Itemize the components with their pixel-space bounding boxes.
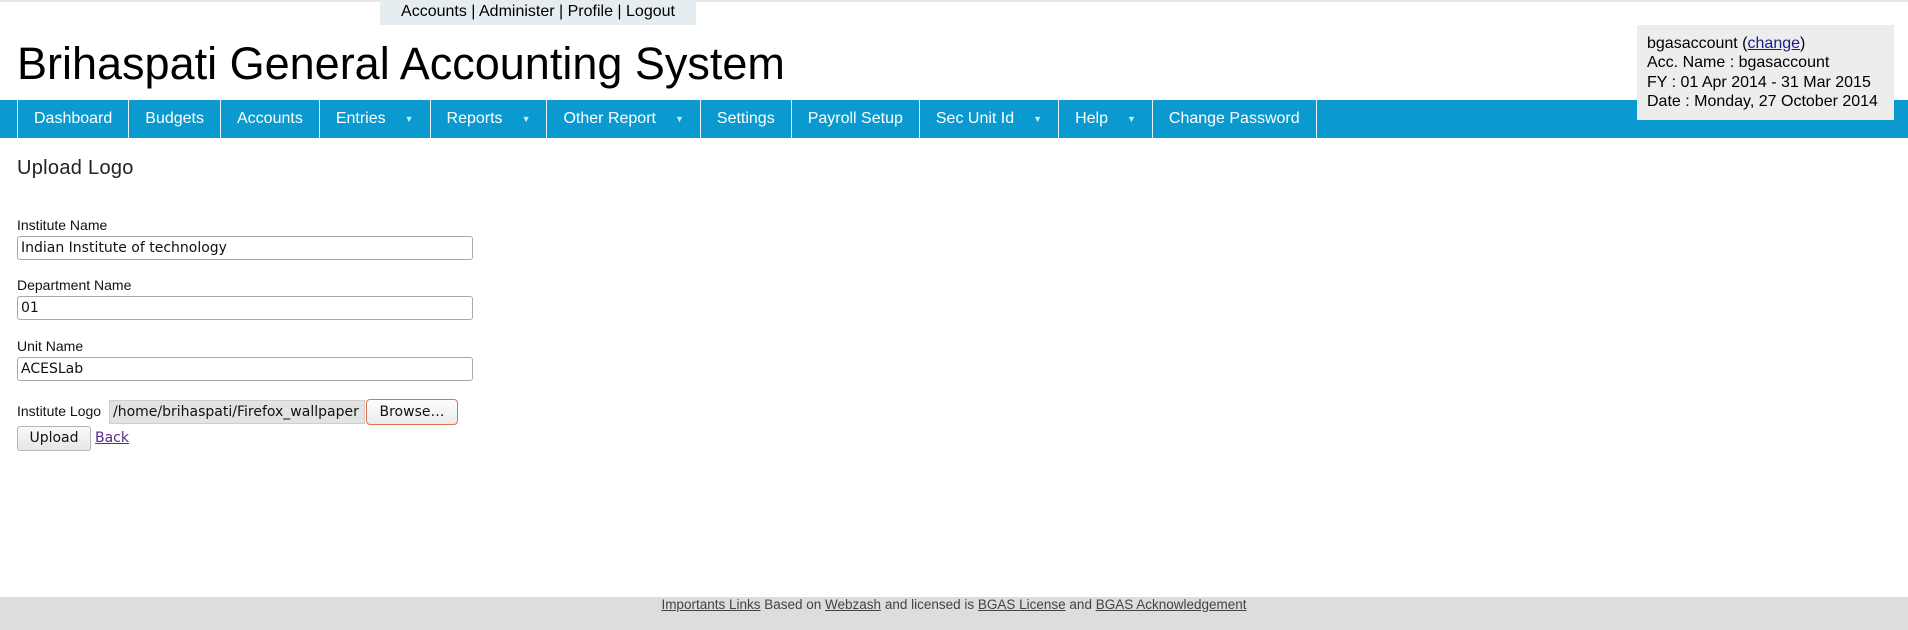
institute-logo-label: Institute Logo (17, 403, 102, 419)
accounts-top-link[interactable]: Accounts (401, 3, 467, 20)
caret-down-icon: ▼ (1033, 114, 1043, 124)
unit-name-input[interactable] (17, 357, 473, 381)
acc-name-line: Acc. Name : bgasaccount (1647, 54, 1830, 72)
account-info-box: bgasaccount (change) Acc. Name : bgasacc… (1637, 25, 1894, 120)
nav-item-dashboard[interactable]: Dashboard (18, 100, 130, 138)
change-suffix: ) (1800, 35, 1806, 52)
account-name: bgasaccount (1647, 35, 1738, 52)
top-link-separator: | (554, 3, 568, 20)
logout-top-link[interactable]: Logout (626, 3, 675, 20)
nav-item-payroll-setup[interactable]: Payroll Setup (792, 100, 920, 138)
top-link-separator: | (466, 3, 479, 20)
nav-item-label: Settings (716, 110, 775, 127)
nav-item-settings[interactable]: Settings (701, 100, 792, 138)
footer: Importants Links Based on Webzash and li… (0, 597, 1908, 630)
department-name-input[interactable] (17, 296, 473, 320)
nav-item-label: Other Report (563, 110, 656, 127)
nav-menu: Dashboard Budgets Accounts Entries ▼ Reports ▼… (17, 100, 1317, 138)
caret-down-icon: ▼ (404, 114, 414, 124)
nav-item-budgets[interactable]: Budgets (129, 100, 221, 138)
nav-item-label: Dashboard (34, 110, 113, 127)
footer-text: and (1065, 597, 1096, 612)
nav-item-label: Help (1075, 110, 1108, 127)
webzash-link[interactable]: Webzash (825, 597, 881, 612)
nav-item-label: Change Password (1168, 110, 1300, 127)
app-title: Brihaspati General Accounting System (17, 38, 785, 89)
upload-button[interactable]: Upload (17, 426, 91, 451)
profile-top-link[interactable]: Profile (568, 3, 613, 20)
nav-item-help[interactable]: Help ▼ (1059, 100, 1153, 138)
top-links-bar: Accounts | Administer | Profile | Logout (380, 0, 696, 25)
department-name-label: Department Name (17, 277, 132, 293)
nav-item-label: Budgets (145, 110, 204, 127)
browse-button[interactable]: Browse… (366, 399, 458, 425)
nav-item-label: Sec Unit Id (935, 110, 1015, 127)
nav-item-label: Accounts (237, 110, 303, 127)
caret-down-icon: ▼ (674, 114, 684, 124)
page-title: Upload Logo (17, 157, 134, 179)
administer-top-link[interactable]: Administer (479, 3, 555, 20)
caret-down-icon: ▼ (521, 114, 531, 124)
nav-item-accounts[interactable]: Accounts (221, 100, 320, 138)
bgas-acknowledgement-link[interactable]: BGAS Acknowledgement (1096, 597, 1247, 612)
top-link-separator: | (612, 3, 627, 20)
nav-item-label: Reports (446, 110, 503, 127)
main-navbar: Dashboard Budgets Accounts Entries ▼ Reports ▼… (0, 100, 1908, 138)
change-prefix: ( (1737, 35, 1748, 52)
important-links-link[interactable]: Importants Links (661, 597, 760, 612)
nav-item-entries[interactable]: Entries ▼ (320, 100, 431, 138)
nav-item-label: Entries (335, 110, 386, 127)
bgas-license-link[interactable]: BGAS License (978, 597, 1066, 612)
logo-file-path-field[interactable]: /home/brihaspati/Firefox_wallpaper (109, 400, 365, 424)
account-line: bgasaccount (change) (1647, 34, 1894, 53)
institute-name-label: Institute Name (17, 217, 108, 233)
nav-item-change-password[interactable]: Change Password (1153, 100, 1317, 138)
top-border (0, 0, 1908, 2)
change-account-link[interactable]: change (1748, 35, 1801, 52)
back-link[interactable]: Back (95, 430, 129, 446)
footer-text: Based on (760, 597, 826, 612)
footer-text: and licensed is (881, 597, 978, 612)
nav-item-label: Payroll Setup (807, 110, 903, 127)
nav-item-other-report[interactable]: Other Report ▼ (547, 100, 701, 138)
unit-name-label: Unit Name (17, 338, 84, 354)
caret-down-icon: ▼ (1126, 114, 1136, 124)
fiscal-year-line: FY : 01 Apr 2014 - 31 Mar 2015 (1647, 73, 1871, 91)
institute-name-input[interactable] (17, 236, 473, 260)
date-line: Date : Monday, 27 October 2014 (1647, 93, 1878, 111)
nav-item-reports[interactable]: Reports ▼ (431, 100, 548, 138)
nav-item-sec-unit-id[interactable]: Sec Unit Id ▼ (920, 100, 1060, 138)
